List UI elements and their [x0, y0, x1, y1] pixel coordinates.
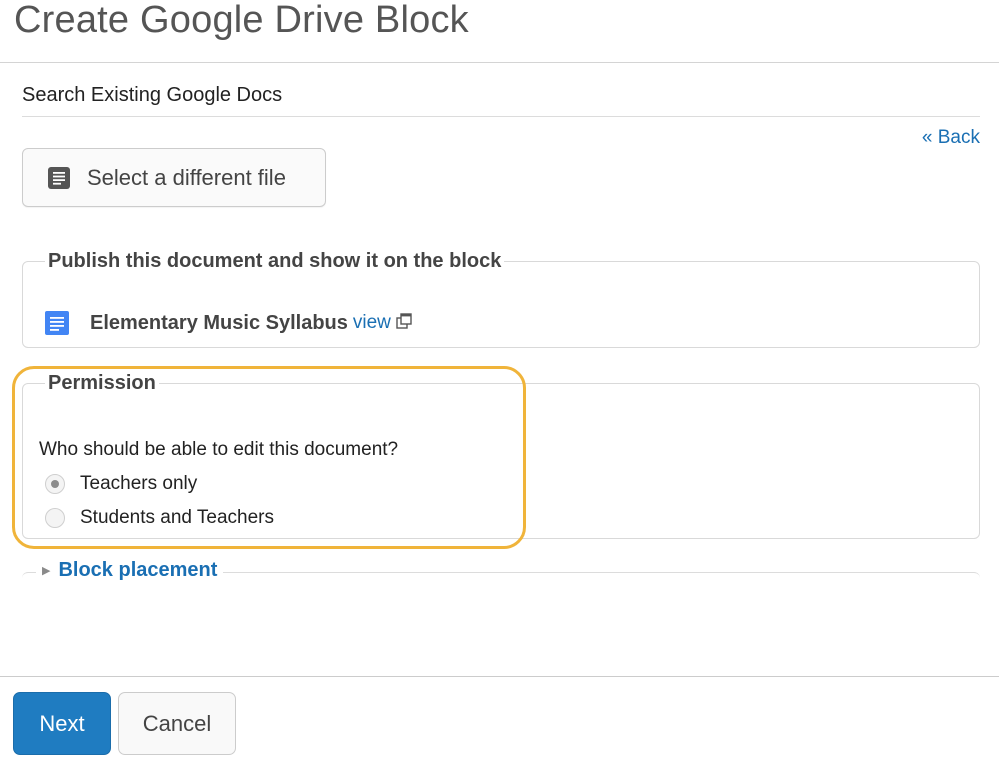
block-placement-toggle[interactable]: ▶ Block placement — [36, 559, 224, 582]
radio-label-teachers-only: Teachers only — [80, 473, 198, 494]
permission-question: Who should be able to edit this document… — [39, 439, 399, 460]
page-title: Create Google Drive Block — [14, 0, 469, 41]
back-link[interactable]: « Back — [922, 127, 980, 149]
selected-document-row: Elementary Music Syllabus view — [45, 311, 412, 335]
document-name: Elementary Music Syllabus — [90, 311, 348, 334]
radio-label-students-and-teachers: Students and Teachers — [80, 507, 275, 528]
permission-section: Permission Who should be able to edit th… — [22, 372, 980, 539]
google-doc-icon — [45, 311, 69, 335]
radio-option-teachers-only[interactable]: Teachers only — [45, 473, 197, 495]
publish-document-section: Publish this document and show it on the… — [22, 250, 980, 348]
footer-divider — [0, 676, 999, 677]
radio-students-and-teachers[interactable] — [45, 508, 65, 528]
cancel-button[interactable]: Cancel — [118, 692, 236, 755]
create-google-drive-block-page: Create Google Drive Block Search Existin… — [0, 0, 999, 775]
document-icon — [48, 166, 70, 189]
radio-option-students-and-teachers[interactable]: Students and Teachers — [45, 507, 274, 529]
radio-teachers-only[interactable] — [45, 474, 65, 494]
expand-triangle-icon: ▶ — [42, 565, 51, 577]
header-divider — [0, 62, 999, 63]
select-different-file-label: Select a different file — [87, 164, 286, 190]
permission-legend: Permission — [48, 372, 156, 394]
view-document-link[interactable]: view — [353, 312, 391, 334]
search-underline — [22, 116, 980, 117]
block-placement-label: Block placement — [58, 559, 218, 581]
select-different-file-button[interactable]: Select a different file — [22, 148, 326, 207]
search-existing-docs-label[interactable]: Search Existing Google Docs — [22, 84, 282, 107]
next-button[interactable]: Next — [13, 692, 111, 755]
block-placement-section: ▶ Block placement — [22, 559, 980, 589]
external-link-icon[interactable] — [396, 313, 412, 329]
publish-section-legend: Publish this document and show it on the… — [48, 250, 502, 272]
